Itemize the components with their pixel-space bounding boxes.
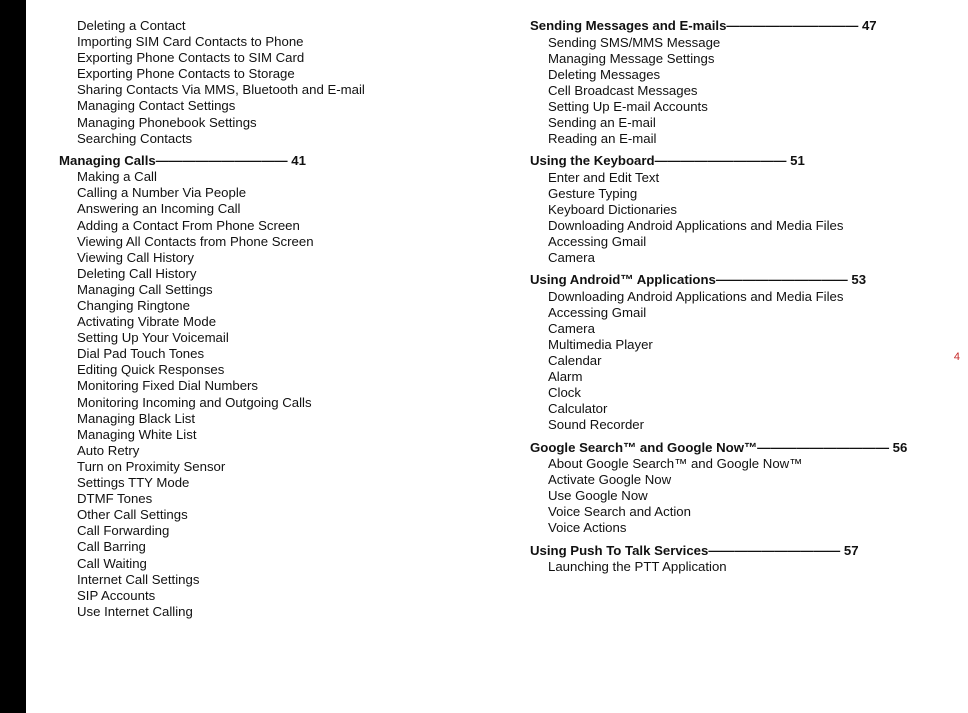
toc-subitem: Reading an E-mail: [530, 131, 958, 147]
toc-subitem: Editing Quick Responses: [59, 362, 487, 378]
toc-subitem: Call Waiting: [59, 556, 487, 572]
toc-subitem: Activating Vibrate Mode: [59, 314, 487, 330]
toc-subitem: Managing Black List: [59, 411, 487, 427]
toc-section-title: Using the Keyboard—————————— 51: [530, 153, 958, 170]
toc-subitem: Managing White List: [59, 427, 487, 443]
toc-subitem: Sharing Contacts Via MMS, Bluetooth and …: [59, 82, 487, 98]
toc-subitem: Sending SMS/MMS Message: [530, 35, 958, 51]
toc-section: Using Push To Talk Services—————————— 57…: [530, 543, 958, 576]
toc-subitem: Camera: [530, 250, 958, 266]
page-content: Deleting a ContactImporting SIM Card Con…: [26, 18, 968, 699]
toc-section: Managing Calls—————————— 41Making a Call…: [59, 153, 487, 620]
toc-subitem: Calling a Number Via People: [59, 185, 487, 201]
toc-subitem: Answering an Incoming Call: [59, 201, 487, 217]
toc-subitem: Viewing Call History: [59, 250, 487, 266]
toc-subitem: About Google Search™ and Google Now™: [530, 456, 958, 472]
toc-subitem: Importing SIM Card Contacts to Phone: [59, 34, 487, 50]
right-column: Sending Messages and E-mails—————————— 4…: [497, 18, 968, 699]
toc-subitem: Accessing Gmail: [530, 305, 958, 321]
toc-subitem: Cell Broadcast Messages: [530, 83, 958, 99]
toc-subitem: Alarm: [530, 369, 958, 385]
toc-subitem: Managing Message Settings: [530, 51, 958, 67]
toc-subitem: Downloading Android Applications and Med…: [530, 289, 958, 305]
toc-section-title: Google Search™ and Google Now™——————————…: [530, 440, 958, 457]
toc-subitem: Voice Actions: [530, 520, 958, 536]
sidebar-black-bar: Contents: [0, 0, 26, 713]
toc-subitem: Managing Phonebook Settings: [59, 115, 487, 131]
toc-subitem: Internet Call Settings: [59, 572, 487, 588]
toc-subitem: Clock: [530, 385, 958, 401]
toc-subitem: Managing Call Settings: [59, 282, 487, 298]
toc-subitem: Use Internet Calling: [59, 604, 487, 620]
toc-subitem: Voice Search and Action: [530, 504, 958, 520]
toc-subitem: Managing Contact Settings: [59, 98, 487, 114]
toc-subitem: Making a Call: [59, 169, 487, 185]
toc-subitem: Auto Retry: [59, 443, 487, 459]
toc-subitem: Downloading Android Applications and Med…: [530, 218, 958, 234]
toc-subitem: Setting Up E-mail Accounts: [530, 99, 958, 115]
toc-subitem: Gesture Typing: [530, 186, 958, 202]
toc-subitem: Settings TTY Mode: [59, 475, 487, 491]
toc-subitem: Enter and Edit Text: [530, 170, 958, 186]
toc-section-title: Managing Calls—————————— 41: [59, 153, 487, 170]
toc-subitem: Deleting a Contact: [59, 18, 487, 34]
toc-subitem: Adding a Contact From Phone Screen: [59, 218, 487, 234]
toc-subitem: Deleting Messages: [530, 67, 958, 83]
toc-section-title: Using Push To Talk Services—————————— 57: [530, 543, 958, 560]
toc-subitem: Other Call Settings: [59, 507, 487, 523]
toc-subitem: Launching the PTT Application: [530, 559, 958, 575]
toc-subitem: Calculator: [530, 401, 958, 417]
toc-section-title: Sending Messages and E-mails—————————— 4…: [530, 18, 958, 35]
toc-subitem: Calendar: [530, 353, 958, 369]
toc-section: Using Android™ Applications—————————— 53…: [530, 272, 958, 433]
toc-subitem: Viewing All Contacts from Phone Screen: [59, 234, 487, 250]
toc-section: Using the Keyboard—————————— 51Enter and…: [530, 153, 958, 266]
toc-subitem: DTMF Tones: [59, 491, 487, 507]
toc-subitem: Deleting Call History: [59, 266, 487, 282]
toc-subitem: Exporting Phone Contacts to Storage: [59, 66, 487, 82]
toc-subitem: Monitoring Incoming and Outgoing Calls: [59, 395, 487, 411]
toc-subitem: Camera: [530, 321, 958, 337]
toc-subitem: Changing Ringtone: [59, 298, 487, 314]
toc-subitem: Sending an E-mail: [530, 115, 958, 131]
toc-subitem: Call Forwarding: [59, 523, 487, 539]
toc-section: Sending Messages and E-mails—————————— 4…: [530, 18, 958, 147]
toc-section-title: Using Android™ Applications—————————— 53: [530, 272, 958, 289]
toc-subitem: Activate Google Now: [530, 472, 958, 488]
toc-subitem: Use Google Now: [530, 488, 958, 504]
toc-section: Deleting a ContactImporting SIM Card Con…: [59, 18, 487, 147]
toc-subitem: Setting Up Your Voicemail: [59, 330, 487, 346]
toc-subitem: Dial Pad Touch Tones: [59, 346, 487, 362]
toc-subitem: Exporting Phone Contacts to SIM Card: [59, 50, 487, 66]
toc-subitem: Accessing Gmail: [530, 234, 958, 250]
left-column: Deleting a ContactImporting SIM Card Con…: [26, 18, 497, 699]
toc-subitem: SIP Accounts: [59, 588, 487, 604]
toc-subitem: Sound Recorder: [530, 417, 958, 433]
toc-subitem: Searching Contacts: [59, 131, 487, 147]
toc-subitem: Call Barring: [59, 539, 487, 555]
toc-subitem: Monitoring Fixed Dial Numbers: [59, 378, 487, 394]
toc-subitem: Keyboard Dictionaries: [530, 202, 958, 218]
toc-section: Google Search™ and Google Now™——————————…: [530, 440, 958, 537]
toc-subitem: Turn on Proximity Sensor: [59, 459, 487, 475]
toc-subitem: Multimedia Player: [530, 337, 958, 353]
